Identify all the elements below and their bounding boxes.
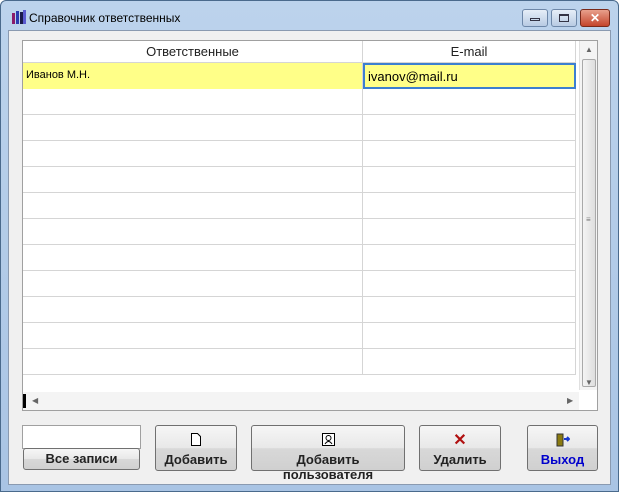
cell-responsible[interactable] bbox=[23, 193, 363, 219]
delete-label: Удалить bbox=[433, 452, 487, 467]
cell-email[interactable] bbox=[363, 323, 576, 349]
cell-email[interactable] bbox=[363, 141, 576, 167]
close-button[interactable]: ✕ bbox=[580, 9, 610, 27]
cell-email[interactable] bbox=[363, 219, 576, 245]
cell-responsible[interactable] bbox=[23, 141, 363, 167]
exit-label: Выход bbox=[540, 452, 585, 467]
table-row[interactable] bbox=[23, 193, 576, 219]
table-row[interactable] bbox=[23, 297, 576, 323]
responsibles-table[interactable]: Ответственные E-mail Иванов М.Н. ivanov@m… bbox=[22, 40, 598, 411]
cell-email[interactable] bbox=[363, 167, 576, 193]
cell-email[interactable] bbox=[363, 245, 576, 271]
row-marker bbox=[23, 394, 26, 408]
table-row[interactable] bbox=[23, 271, 576, 297]
table-row[interactable] bbox=[23, 219, 576, 245]
horizontal-scrollbar[interactable]: ◀ ▶ bbox=[23, 392, 579, 410]
cell-responsible[interactable] bbox=[23, 219, 363, 245]
maximize-icon bbox=[559, 14, 569, 22]
scroll-down-icon[interactable]: ▼ bbox=[585, 378, 593, 387]
scroll-left-icon[interactable]: ◀ bbox=[32, 396, 38, 405]
cell-email[interactable] bbox=[363, 115, 576, 141]
table-row[interactable] bbox=[23, 89, 576, 115]
table-row[interactable] bbox=[23, 349, 576, 375]
cell-responsible[interactable] bbox=[23, 323, 363, 349]
cell-email[interactable]: ivanov@mail.ru bbox=[363, 63, 576, 89]
scroll-up-icon[interactable]: ▲ bbox=[585, 45, 593, 54]
table-row[interactable] bbox=[23, 115, 576, 141]
vertical-scrollbar[interactable]: ▲ ≡ ▼ bbox=[579, 41, 597, 390]
add-user-label: Добавить пользователя bbox=[282, 452, 374, 482]
add-button[interactable]: Добавить bbox=[155, 425, 237, 471]
cell-email[interactable] bbox=[363, 271, 576, 297]
table-row[interactable] bbox=[23, 167, 576, 193]
table-row[interactable] bbox=[23, 323, 576, 349]
column-header-responsible[interactable]: Ответственные bbox=[23, 41, 363, 63]
cell-responsible[interactable] bbox=[23, 167, 363, 193]
exit-door-icon bbox=[528, 433, 597, 449]
cell-responsible[interactable] bbox=[23, 297, 363, 323]
user-icon bbox=[252, 433, 404, 449]
exit-button[interactable]: Выход bbox=[527, 425, 598, 471]
cell-email[interactable] bbox=[363, 349, 576, 375]
delete-x-icon: ✕ bbox=[453, 432, 467, 449]
minimize-icon bbox=[530, 18, 540, 21]
all-records-button[interactable]: Все записи bbox=[23, 448, 140, 470]
cell-responsible[interactable] bbox=[23, 115, 363, 141]
column-header-email[interactable]: E-mail bbox=[363, 41, 576, 63]
scroll-thumb[interactable]: ≡ bbox=[582, 59, 596, 387]
cell-responsible[interactable] bbox=[23, 89, 363, 115]
cell-email[interactable] bbox=[363, 297, 576, 323]
maximize-button[interactable] bbox=[551, 9, 577, 27]
add-label: Добавить bbox=[164, 452, 228, 467]
cell-responsible[interactable] bbox=[23, 271, 363, 297]
all-records-label: Все записи bbox=[45, 451, 118, 466]
books-icon bbox=[12, 10, 26, 24]
cell-responsible[interactable] bbox=[23, 245, 363, 271]
new-document-icon bbox=[156, 433, 236, 449]
close-icon: ✕ bbox=[589, 11, 601, 25]
scroll-right-icon[interactable]: ▶ bbox=[567, 396, 573, 405]
table-row[interactable]: Иванов М.Н. ivanov@mail.ru bbox=[23, 63, 576, 89]
cell-email[interactable] bbox=[363, 193, 576, 219]
window-title: Справочник ответственных bbox=[29, 11, 181, 25]
add-user-button[interactable]: Добавить пользователя bbox=[251, 425, 405, 482]
table-row[interactable] bbox=[23, 141, 576, 167]
table-row[interactable] bbox=[23, 245, 576, 271]
filter-input[interactable] bbox=[22, 425, 141, 449]
cell-email[interactable] bbox=[363, 89, 576, 115]
cell-responsible[interactable] bbox=[23, 349, 363, 375]
delete-button[interactable]: ✕ Удалить bbox=[419, 425, 501, 471]
minimize-button[interactable] bbox=[522, 9, 548, 27]
cell-responsible[interactable]: Иванов М.Н. bbox=[23, 63, 363, 89]
